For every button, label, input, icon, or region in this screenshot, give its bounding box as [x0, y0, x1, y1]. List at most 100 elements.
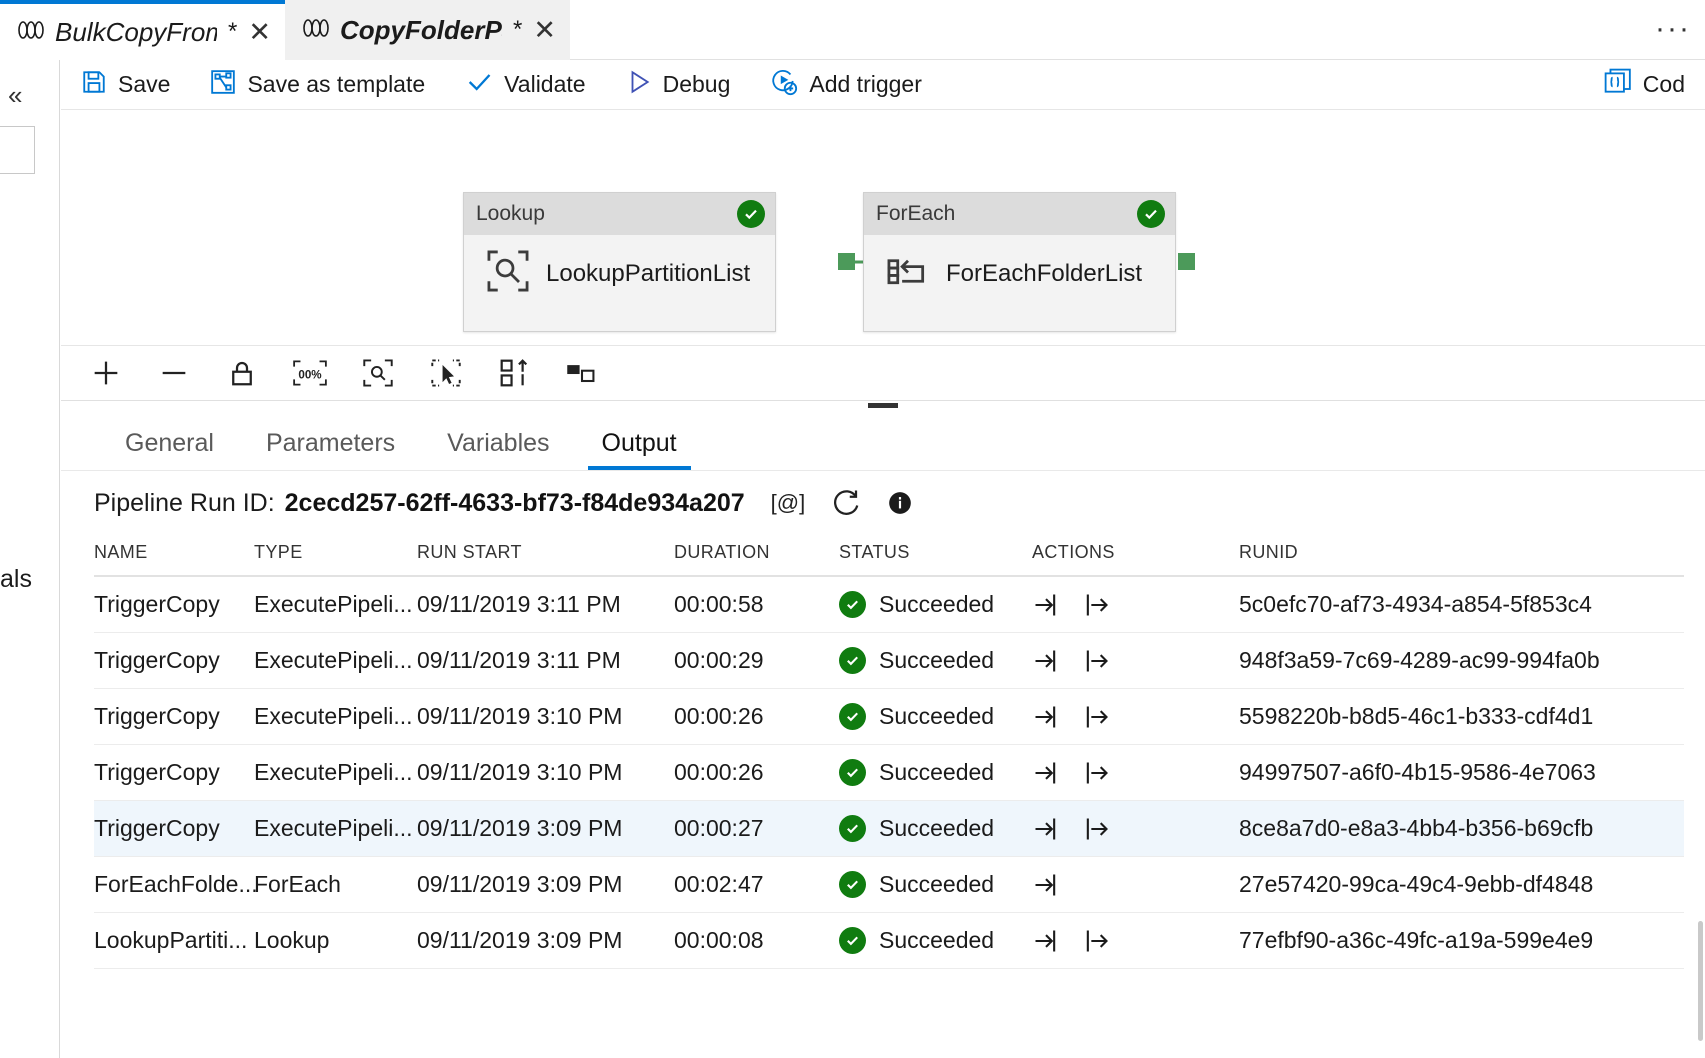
- panel-resize-handle[interactable]: [868, 403, 898, 408]
- check-icon: [465, 68, 493, 101]
- tab-bulkcopyfrom[interactable]: BulkCopyFrom... * ✕: [0, 0, 285, 60]
- tidy-layout-icon[interactable]: [559, 350, 605, 396]
- select-all-icon[interactable]: [423, 350, 469, 396]
- cell-runstart: 09/11/2019 3:11 PM: [417, 647, 674, 674]
- view-input-icon[interactable]: [1032, 815, 1060, 843]
- table-row[interactable]: TriggerCopyExecutePipeli...09/11/2019 3:…: [94, 689, 1684, 745]
- table-row[interactable]: TriggerCopyExecutePipeli...09/11/2019 3:…: [94, 633, 1684, 689]
- cell-name: TriggerCopy: [94, 815, 254, 842]
- view-input-icon[interactable]: [1032, 647, 1060, 675]
- cell-runid: 5c0efc70-af73-4934-a854-5f853c4: [1239, 591, 1684, 618]
- cell-type: ExecutePipeli...: [254, 815, 417, 842]
- cell-runstart: 09/11/2019 3:10 PM: [417, 703, 674, 730]
- add-trigger-label: Add trigger: [809, 71, 922, 98]
- cell-runstart: 09/11/2019 3:09 PM: [417, 815, 674, 842]
- table-row[interactable]: TriggerCopyExecutePipeli...09/11/2019 3:…: [94, 801, 1684, 857]
- lock-icon[interactable]: [219, 350, 265, 396]
- code-button[interactable]: Cod: [1584, 60, 1705, 110]
- cell-actions: [1032, 703, 1239, 731]
- cell-runstart: 09/11/2019 3:09 PM: [417, 927, 674, 954]
- close-icon[interactable]: ✕: [248, 19, 271, 46]
- info-icon[interactable]: [887, 490, 913, 516]
- cell-duration: 00:00:58: [674, 591, 839, 618]
- status-label: Succeeded: [879, 871, 994, 898]
- cell-runid: 5598220b-b8d5-46c1-b333-cdf4d1: [1239, 703, 1684, 730]
- tab-dirty-marker: *: [513, 16, 522, 44]
- column-header-duration: DURATION: [674, 542, 839, 563]
- view-output-icon[interactable]: [1082, 759, 1110, 787]
- validate-button[interactable]: Validate: [445, 60, 605, 110]
- panel-tab-list: General Parameters Variables Output: [61, 413, 1705, 471]
- close-icon[interactable]: ✕: [533, 17, 556, 44]
- view-output-icon[interactable]: [1082, 647, 1110, 675]
- status-succeeded-icon: [839, 647, 866, 674]
- status-label: Succeeded: [879, 815, 994, 842]
- view-input-icon[interactable]: [1032, 759, 1060, 787]
- node-status-succeeded-icon: [737, 200, 765, 228]
- rail-placeholder-box[interactable]: [0, 126, 35, 174]
- status-succeeded-icon: [839, 703, 866, 730]
- cell-actions: [1032, 647, 1239, 675]
- cell-type: Lookup: [254, 927, 417, 954]
- tab-parameters[interactable]: Parameters: [240, 429, 421, 470]
- view-output-icon[interactable]: [1082, 815, 1110, 843]
- auto-align-icon[interactable]: [491, 350, 537, 396]
- activity-node-foreach[interactable]: ForEach ForEachFolde: [863, 192, 1176, 332]
- pipeline-icon: [303, 19, 329, 42]
- left-rail: « als: [0, 60, 60, 1058]
- cell-name: TriggerCopy: [94, 647, 254, 674]
- view-input-icon[interactable]: [1032, 871, 1060, 899]
- share-nodes-icon: [210, 69, 236, 100]
- status-succeeded-icon: [839, 591, 866, 618]
- cell-type: ExecutePipeli...: [254, 591, 417, 618]
- cell-type: ExecutePipeli...: [254, 703, 417, 730]
- view-input-icon[interactable]: [1032, 591, 1060, 619]
- tab-strip: BulkCopyFrom... * ✕ CopyFolderPar... * ✕…: [0, 0, 1705, 60]
- refresh-icon[interactable]: [831, 488, 861, 518]
- view-output-icon[interactable]: [1082, 591, 1110, 619]
- cell-runstart: 09/11/2019 3:09 PM: [417, 871, 674, 898]
- view-input-icon[interactable]: [1032, 927, 1060, 955]
- tab-copyfolderpar[interactable]: CopyFolderPar... * ✕: [285, 0, 570, 60]
- column-header-runstart: RUN START: [417, 542, 674, 563]
- save-button[interactable]: Save: [61, 60, 190, 110]
- save-as-template-button[interactable]: Save as template: [190, 60, 445, 110]
- tab-output[interactable]: Output: [576, 429, 703, 470]
- zoom-in-icon[interactable]: [83, 350, 129, 396]
- collapse-chevron-icon[interactable]: «: [8, 80, 22, 111]
- activity-node-lookup[interactable]: Lookup LookupPartitionList: [463, 192, 776, 332]
- status-label: Succeeded: [879, 927, 994, 954]
- zoom-out-icon[interactable]: [151, 350, 197, 396]
- validate-label: Validate: [504, 71, 585, 98]
- zoom-to-fit-icon[interactable]: [355, 350, 401, 396]
- cell-status: Succeeded: [839, 815, 1032, 842]
- tab-general[interactable]: General: [99, 429, 240, 470]
- node-body: LookupPartitionList: [464, 235, 775, 298]
- table-row[interactable]: LookupPartiti...Lookup09/11/2019 3:09 PM…: [94, 913, 1684, 969]
- cell-duration: 00:02:47: [674, 871, 839, 898]
- cell-duration: 00:00:26: [674, 703, 839, 730]
- table-row[interactable]: ForEachFolde...ForEach09/11/2019 3:09 PM…: [94, 857, 1684, 913]
- zoom-100-icon[interactable]: 00%: [287, 350, 333, 396]
- debug-label: Debug: [663, 71, 731, 98]
- node-type-label: Lookup: [476, 202, 545, 226]
- debug-button[interactable]: Debug: [606, 60, 751, 110]
- view-input-icon[interactable]: [1032, 703, 1060, 731]
- pipeline-canvas[interactable]: Lookup LookupPartitionList: [61, 110, 1705, 345]
- view-output-icon[interactable]: [1082, 927, 1110, 955]
- table-row[interactable]: TriggerCopyExecutePipeli...09/11/2019 3:…: [94, 577, 1684, 633]
- vertical-scrollbar-thumb[interactable]: [1698, 921, 1703, 1041]
- cell-runstart: 09/11/2019 3:10 PM: [417, 759, 674, 786]
- cell-actions: [1032, 759, 1239, 787]
- cell-name: LookupPartiti...: [94, 927, 254, 954]
- table-row[interactable]: TriggerCopyExecutePipeli...09/11/2019 3:…: [94, 745, 1684, 801]
- tab-overflow-menu[interactable]: ···: [1655, 12, 1691, 46]
- foreach-activity-icon: [886, 249, 930, 298]
- expression-icon[interactable]: [@]: [771, 490, 806, 516]
- node-output-port[interactable]: [1178, 253, 1195, 270]
- node-type-label: ForEach: [876, 202, 955, 226]
- rail-clipped-label: als: [0, 565, 32, 594]
- view-output-icon[interactable]: [1082, 703, 1110, 731]
- tab-variables[interactable]: Variables: [421, 429, 575, 470]
- add-trigger-button[interactable]: Add trigger: [750, 60, 942, 110]
